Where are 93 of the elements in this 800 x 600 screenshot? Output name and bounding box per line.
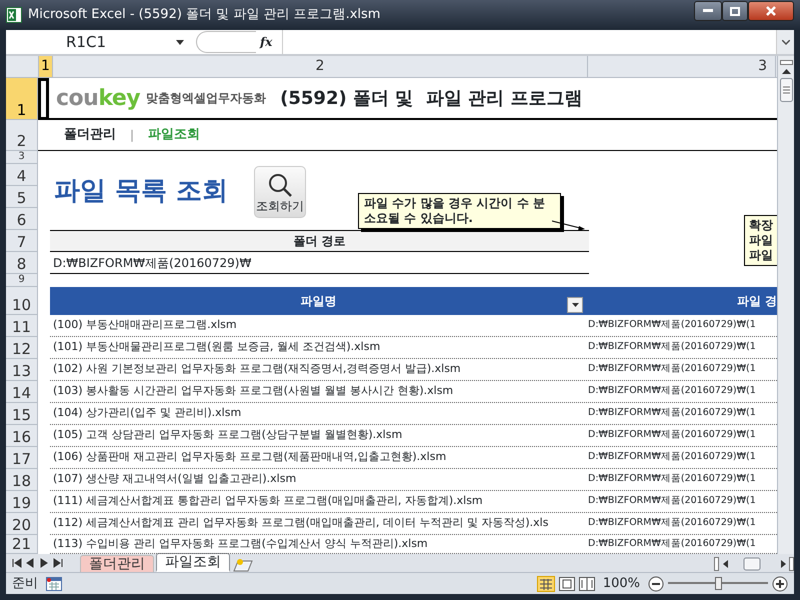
file-path-cell-text: D:₩BIZFORM₩제품(20160729)₩(1 bbox=[587, 318, 756, 332]
file-name-cell-text: (113) 수입비용 관리 업무자동화 프로그램(수입계산서 양식 누적관리).xlsm bbox=[52, 536, 429, 552]
column-heading: 폴더 경로 bbox=[293, 233, 346, 250]
column-heading: 파일 경 bbox=[736, 293, 777, 310]
row-header[interactable]: 1 bbox=[6, 78, 38, 120]
row-header[interactable]: 10 bbox=[6, 287, 38, 315]
row-header[interactable]: 2 bbox=[6, 120, 38, 151]
logo-tagline: 맞춤형엑셀업무자동화 bbox=[146, 90, 266, 107]
maximize-button[interactable] bbox=[722, 1, 748, 21]
row-header[interactable]: 13 bbox=[6, 359, 38, 381]
row-header[interactable]: 4 bbox=[6, 164, 38, 186]
brand-logo: coukey bbox=[56, 84, 140, 112]
minimize-icon bbox=[703, 9, 713, 13]
row-header[interactable]: 8 bbox=[6, 252, 38, 274]
formula-bar-grip[interactable] bbox=[196, 31, 256, 53]
file-name-cell-text: (107) 생산량 재고내역서(일별 입출고관리).xlsm bbox=[52, 471, 298, 488]
filter-dropdown-button[interactable] bbox=[567, 297, 583, 313]
close-icon bbox=[765, 6, 777, 16]
file-name-cell-text: (112) 세금계산서합계표 관리 업무자동화 프로그램(매입매출관리, 데이터 누적관리 및 자동작성).xls bbox=[52, 515, 550, 532]
chevron-down-icon bbox=[782, 40, 790, 44]
sheet-tab[interactable]: 폴더관리 bbox=[80, 555, 154, 572]
scroll-thumb[interactable] bbox=[780, 78, 792, 102]
file-name-cell-text: (101) 부동산매물관리프로그램(원룸 보증금, 월세 조건검색).xlsm bbox=[52, 339, 382, 356]
row-header[interactable]: 3 bbox=[6, 151, 38, 164]
row-header[interactable]: 16 bbox=[6, 425, 38, 447]
row-header[interactable]: 18 bbox=[6, 469, 38, 491]
nav-separator: | bbox=[130, 127, 134, 144]
expand-formula-bar-button[interactable] bbox=[777, 30, 794, 54]
file-name-cell-text: (102) 사원 기본정보관리 업무자동화 프로그램(재직증명서,경력증명서 발급).xlsm bbox=[52, 361, 462, 378]
normal-view-icon[interactable] bbox=[536, 576, 555, 592]
nav-link[interactable]: 파일조회 bbox=[148, 125, 200, 145]
file-path-cell-text: D:₩BIZFORM₩제품(20160729)₩(1 bbox=[587, 362, 756, 376]
zoom-level[interactable]: 100% bbox=[602, 574, 640, 594]
row-header[interactable]: 14 bbox=[6, 381, 38, 403]
file-path-cell-text: D:₩BIZFORM₩제품(20160729)₩(1 bbox=[587, 406, 756, 420]
excel-icon bbox=[6, 7, 22, 23]
file-path-cell-text: D:₩BIZFORM₩제품(20160729)₩(1 bbox=[587, 428, 756, 442]
sheet-tab[interactable]: 파일조회 bbox=[156, 553, 230, 572]
insert-sheet-icon[interactable] bbox=[232, 558, 254, 572]
column-header[interactable]: 2 bbox=[53, 56, 588, 77]
search-icon bbox=[268, 173, 292, 197]
file-path-cell-text: D:₩BIZFORM₩제품(20160729)₩(1 bbox=[587, 472, 756, 486]
file-name-cell-text: (105) 고객 상담관리 업무자동화 프로그램(상담구분별 월별현황).xlsm bbox=[52, 427, 404, 444]
close-button[interactable] bbox=[748, 1, 794, 21]
minimize-button[interactable] bbox=[694, 1, 722, 21]
row-header[interactable]: 9 bbox=[6, 274, 38, 287]
file-name-cell-text: (104) 상가관리(입주 및 관리비).xlsm bbox=[52, 405, 242, 422]
function-button[interactable]: fx bbox=[260, 33, 272, 51]
row-header[interactable]: 21 bbox=[6, 535, 38, 554]
horizontal-scroll-bar[interactable] bbox=[714, 557, 794, 571]
row-header[interactable]: 19 bbox=[6, 491, 38, 513]
folder-path-value[interactable]: D:₩BIZFORM₩제품(20160729)₩ bbox=[53, 254, 252, 272]
window-title: Microsoft Excel - (5592) 폴더 및 파일 관리 프로그램.xlsm bbox=[28, 6, 380, 24]
zoom-in-icon[interactable] bbox=[772, 576, 788, 592]
row-header[interactable]: 12 bbox=[6, 337, 38, 359]
page-layout-view-icon[interactable] bbox=[558, 576, 575, 590]
note-callout: 파일 수가 많을 경우 시간이 수 분 소요될 수 있습니다. bbox=[358, 193, 561, 229]
maximize-icon bbox=[730, 6, 740, 16]
slider-thumb[interactable] bbox=[715, 577, 722, 590]
file-path-cell-text: D:₩BIZFORM₩제품(20160729)₩(1 bbox=[587, 450, 756, 464]
column-header[interactable]: 1 bbox=[39, 56, 53, 77]
split-handle[interactable] bbox=[780, 60, 792, 65]
search-button[interactable]: 조회하기 bbox=[254, 166, 306, 218]
row-header[interactable]: 11 bbox=[6, 315, 38, 337]
file-path-cell-text: D:₩BIZFORM₩제품(20160729)₩(1 bbox=[587, 340, 756, 354]
file-name-cell-text: (106) 상품판매 재고관리 업무자동화 프로그램(제품판매내역,입출고현황).xlsm bbox=[52, 449, 448, 466]
nav-link[interactable]: 폴더관리 bbox=[64, 125, 116, 145]
page-heading: 파일 목록 조회 bbox=[54, 175, 228, 208]
dropdown-caret-icon[interactable] bbox=[176, 40, 184, 44]
row-header[interactable]: 15 bbox=[6, 403, 38, 425]
row-header[interactable]: 20 bbox=[6, 513, 38, 535]
program-title: (5592) 폴더 및 파일 관리 프로그램 bbox=[280, 86, 582, 110]
column-heading: 파일명 bbox=[300, 293, 336, 310]
name-box[interactable]: R1C1 bbox=[6, 30, 176, 54]
file-name-cell-text: (103) 봉사활동 시간관리 업무자동화 프로그램(사원별 월별 봉사시간 현황).xlsm bbox=[52, 383, 454, 400]
note-callout: 확장 파일 파일 bbox=[744, 215, 777, 266]
zoom-out-icon[interactable] bbox=[648, 576, 664, 592]
file-name-cell-text: (100) 부동산매매관리프로그램.xlsm bbox=[52, 317, 238, 334]
page-break-view-icon[interactable] bbox=[578, 576, 595, 590]
caret-down-icon bbox=[572, 303, 578, 307]
row-header[interactable]: 7 bbox=[6, 230, 38, 252]
file-path-cell-text: D:₩BIZFORM₩제품(20160729)₩(1 bbox=[587, 516, 756, 530]
row-header[interactable]: 5 bbox=[6, 186, 38, 208]
file-name-cell-text: (111) 세금계산서합계표 통합관리 업무자동화 프로그램(매입매출관리, 자동합계).xlsm bbox=[52, 493, 484, 510]
status-text: 준비 bbox=[12, 574, 38, 593]
file-path-cell-text: D:₩BIZFORM₩제품(20160729)₩(1 bbox=[587, 536, 756, 551]
macro-record-icon[interactable] bbox=[46, 576, 62, 590]
row-header[interactable]: 17 bbox=[6, 447, 38, 469]
file-path-cell-text: D:₩BIZFORM₩제품(20160729)₩(1 bbox=[587, 494, 756, 508]
file-path-cell-text: D:₩BIZFORM₩제품(20160729)₩(1 bbox=[587, 384, 756, 398]
row-header[interactable]: 6 bbox=[6, 208, 38, 230]
scroll-up-arrow-icon[interactable] bbox=[782, 69, 790, 74]
column-header[interactable]: 3 bbox=[588, 56, 776, 77]
